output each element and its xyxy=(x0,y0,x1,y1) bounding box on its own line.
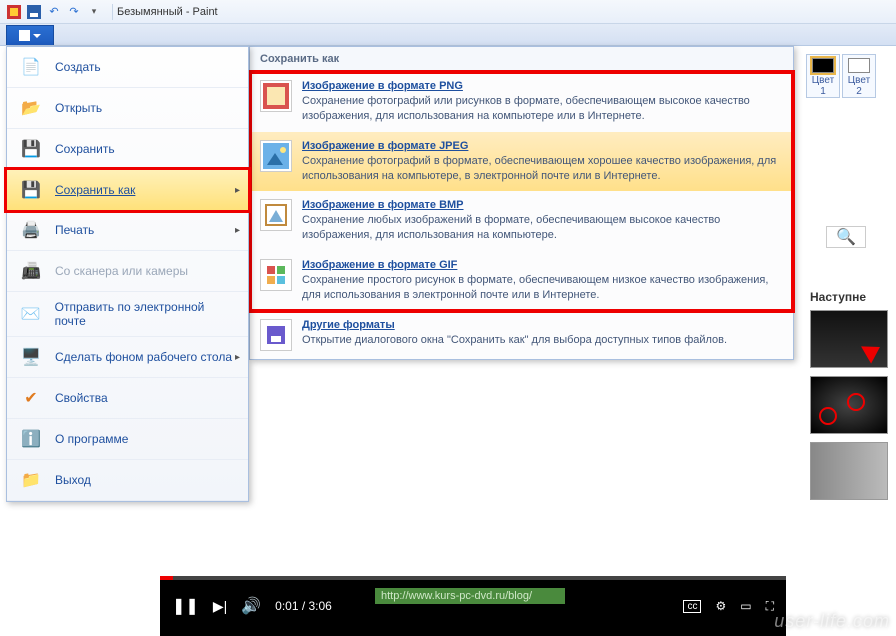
format-title: Другие форматы xyxy=(302,319,727,331)
volume-icon[interactable]: 🔊 xyxy=(241,596,261,616)
menu-label: Печать xyxy=(55,223,94,237)
submenu-arrow-icon: ▸ xyxy=(235,185,240,196)
color-1[interactable]: Цвет 1 xyxy=(806,54,840,98)
pause-icon[interactable]: ❚❚ xyxy=(172,596,199,616)
scanner-icon: 📠 xyxy=(19,259,43,283)
png-icon xyxy=(260,80,292,112)
menu-save[interactable]: 💾 Сохранить xyxy=(7,129,248,170)
redo-icon[interactable]: ↷ xyxy=(66,4,82,20)
format-title: Изображение в формате GIF xyxy=(302,259,783,271)
related-heading: Наступне xyxy=(810,290,892,304)
progress-bar[interactable] xyxy=(160,576,786,580)
menu-wallpaper[interactable]: 🖥️ Сделать фоном рабочего стола ▸ xyxy=(7,337,248,378)
menu-label: Выход xyxy=(55,473,91,487)
menu-label: Открыть xyxy=(55,101,102,115)
file-tab[interactable] xyxy=(6,25,54,45)
menu-email[interactable]: ✉️ Отправить по электронной почте xyxy=(7,292,248,337)
fullscreen-icon[interactable]: ⛶ xyxy=(766,599,774,614)
save-icon[interactable] xyxy=(26,4,42,20)
format-desc: Сохранение любых изображений в формате, … xyxy=(302,213,783,243)
menu-label: Сохранить xyxy=(55,142,115,156)
ribbon-colors: Цвет 1 Цвет 2 xyxy=(806,54,876,98)
open-folder-icon: 📂 xyxy=(19,96,43,120)
search-icon[interactable]: 🔍 xyxy=(826,226,866,248)
save-as-bmp[interactable]: Изображение в формате BMP Сохранение люб… xyxy=(250,191,793,251)
email-icon: ✉️ xyxy=(19,302,43,326)
format-group-highlight: Изображение в формате PNG Сохранение фот… xyxy=(250,72,793,311)
submenu-arrow-icon: ▸ xyxy=(235,225,240,236)
miniplayer-icon[interactable]: ▭ xyxy=(740,599,751,613)
save-as-jpeg[interactable]: Изображение в формате JPEG Сохранение фо… xyxy=(250,132,793,192)
file-menu: 📄 Создать 📂 Открыть 💾 Сохранить 💾 Сохран… xyxy=(6,46,249,502)
submenu-arrow-icon: ▸ xyxy=(235,352,240,363)
menu-label: Со сканера или камеры xyxy=(55,264,188,278)
info-icon: ℹ️ xyxy=(19,427,43,451)
save-as-other[interactable]: Другие форматы Открытие диалогового окна… xyxy=(250,311,793,359)
checkmark-icon: ✔ xyxy=(19,386,43,410)
app-icon xyxy=(6,4,22,20)
format-desc: Сохранение фотографий или рисунков в фор… xyxy=(302,94,783,124)
save-as-submenu: Сохранить как Изображение в формате PNG … xyxy=(249,46,794,360)
related-thumb-1[interactable] xyxy=(810,310,888,368)
desktop-icon: 🖥️ xyxy=(19,345,43,369)
menu-label: Создать xyxy=(55,60,101,74)
format-title: Изображение в формате JPEG xyxy=(302,140,783,152)
new-file-icon: 📄 xyxy=(19,55,43,79)
undo-icon[interactable]: ↶ xyxy=(46,4,62,20)
menu-properties[interactable]: ✔ Свойства xyxy=(7,378,248,419)
submenu-header: Сохранить как xyxy=(250,47,793,72)
menu-label: О программе xyxy=(55,432,128,446)
related-thumb-2[interactable] xyxy=(810,376,888,434)
window-title: Безымянный - Paint xyxy=(117,6,218,18)
gif-icon xyxy=(260,259,292,291)
bmp-icon xyxy=(260,199,292,231)
format-desc: Сохранение фотографий в формате, обеспеч… xyxy=(302,154,783,184)
menu-print[interactable]: 🖨️ Печать ▸ xyxy=(7,210,248,251)
menu-scanner: 📠 Со сканера или камеры xyxy=(7,251,248,292)
menu-exit[interactable]: 📁 Выход xyxy=(7,460,248,501)
save-as-png[interactable]: Изображение в формате PNG Сохранение фот… xyxy=(250,72,793,132)
menu-label: Сделать фоном рабочего стола xyxy=(55,350,232,364)
video-player: ❚❚ ▶| 🔊 0:01 / 3:06 http://www.kurs-pc-d… xyxy=(160,576,786,636)
menu-save-as[interactable]: 💾 Сохранить как ▸ xyxy=(6,169,249,211)
format-desc: Открытие диалогового окна "Сохранить как… xyxy=(302,333,727,348)
menu-open[interactable]: 📂 Открыть xyxy=(7,88,248,129)
related-sidebar: Наступне xyxy=(810,290,892,508)
qat-dropdown-icon[interactable]: ▾ xyxy=(86,4,102,20)
save-as-gif[interactable]: Изображение в формате GIF Сохранение про… xyxy=(250,251,793,311)
next-icon[interactable]: ▶| xyxy=(213,598,227,615)
format-desc: Сохранение простого рисунок в формате, о… xyxy=(302,273,783,303)
watermark: user-life.com xyxy=(774,611,890,632)
url-overlay: http://www.kurs-pc-dvd.ru/blog/ xyxy=(375,588,565,604)
video-time: 0:01 / 3:06 xyxy=(275,599,332,613)
jpeg-icon xyxy=(260,140,292,172)
captions-icon[interactable]: cc xyxy=(683,600,701,613)
title-bar: ↶ ↷ ▾ Безымянный - Paint xyxy=(0,0,896,24)
menu-create[interactable]: 📄 Создать xyxy=(7,47,248,88)
menu-about[interactable]: ℹ️ О программе xyxy=(7,419,248,460)
format-title: Изображение в формате BMP xyxy=(302,199,783,211)
save-as-icon: 💾 xyxy=(19,178,43,202)
printer-icon: 🖨️ xyxy=(19,218,43,242)
color-2[interactable]: Цвет 2 xyxy=(842,54,876,98)
settings-gear-icon[interactable]: ⚙ xyxy=(715,599,726,613)
save-disk-icon: 💾 xyxy=(19,137,43,161)
ribbon-tab-strip xyxy=(0,24,896,46)
related-thumb-3[interactable] xyxy=(810,442,888,500)
menu-label: Отправить по электронной почте xyxy=(55,300,236,328)
menu-label: Сохранить как xyxy=(55,183,135,197)
other-formats-icon xyxy=(260,319,292,351)
exit-icon: 📁 xyxy=(19,468,43,492)
menu-label: Свойства xyxy=(55,391,108,405)
format-title: Изображение в формате PNG xyxy=(302,80,783,92)
